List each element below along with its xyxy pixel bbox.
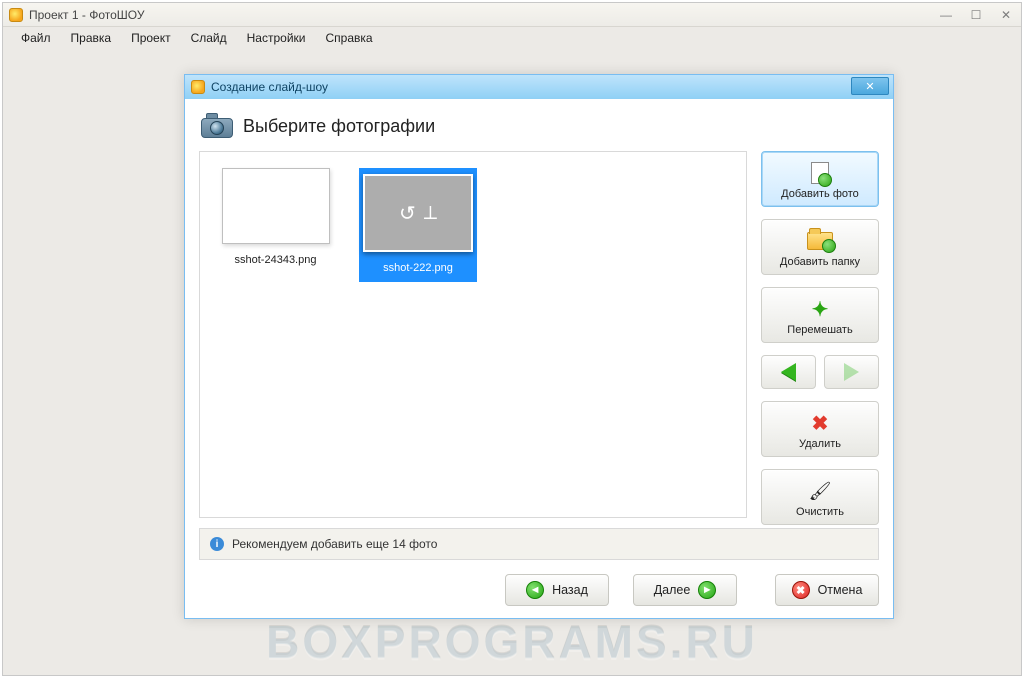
arrow-right-icon: [844, 363, 859, 381]
delete-label: Удалить: [799, 438, 841, 450]
back-icon: ◄: [526, 581, 544, 599]
main-window: Проект 1 - ФотоШОУ — ☐ ✕ Файл Правка Про…: [2, 2, 1022, 676]
info-icon: i: [210, 537, 224, 551]
watermark: BOXPROGRAMS.RU: [3, 615, 1021, 669]
add-photo-button[interactable]: + Добавить фото: [761, 151, 879, 207]
back-label: Назад: [552, 583, 588, 597]
cancel-icon: ✖: [792, 581, 810, 599]
clear-label: Очистить: [796, 506, 844, 518]
create-slideshow-dialog: Создание слайд-шоу ✕ Выберите фотографии…: [184, 74, 894, 619]
cancel-button[interactable]: ✖ Отмена: [775, 574, 879, 606]
crop-icon[interactable]: ⟂: [424, 202, 437, 225]
camera-icon: [201, 113, 233, 139]
add-folder-label: Добавить папку: [780, 256, 860, 268]
menu-edit[interactable]: Правка: [61, 29, 122, 47]
delete-icon: ✖: [812, 411, 829, 436]
clear-button[interactable]: 🖌 Очистить: [761, 469, 879, 525]
info-bar: i Рекомендуем добавить еще 14 фото: [199, 528, 879, 560]
next-label: Далее: [654, 583, 691, 597]
add-folder-icon: [807, 232, 833, 250]
dialog-title: Создание слайд-шоу: [211, 80, 328, 94]
add-photo-label: Добавить фото: [781, 188, 859, 200]
dialog-footer: ◄ Назад Далее ► ✖ Отмена: [199, 574, 879, 606]
next-icon: ►: [698, 581, 716, 599]
move-right-button[interactable]: [824, 355, 879, 389]
menu-file[interactable]: Файл: [11, 29, 61, 47]
minimize-button[interactable]: —: [931, 5, 961, 25]
rotate-icon[interactable]: ↺: [399, 201, 416, 226]
shuffle-button[interactable]: ✦ Перемешать: [761, 287, 879, 343]
menu-slide[interactable]: Слайд: [181, 29, 237, 47]
thumbnail-area[interactable]: sshot-24343.png ↺ ⟂ sshot-222.png: [199, 151, 747, 518]
arrow-left-icon: [781, 363, 796, 381]
dialog-header: Выберите фотографии: [199, 109, 879, 151]
dialog-heading: Выберите фотографии: [243, 116, 435, 137]
next-button[interactable]: Далее ►: [633, 574, 737, 606]
info-text: Рекомендуем добавить еще 14 фото: [232, 537, 437, 551]
main-titlebar: Проект 1 - ФотоШОУ — ☐ ✕: [3, 3, 1021, 27]
clear-icon: 🖌: [809, 481, 832, 502]
cancel-label: Отмена: [818, 583, 863, 597]
menu-project[interactable]: Проект: [121, 29, 181, 47]
window-title: Проект 1 - ФотоШОУ: [29, 8, 144, 22]
maximize-button[interactable]: ☐: [961, 5, 991, 25]
close-button[interactable]: ✕: [991, 5, 1021, 25]
add-photo-icon: +: [811, 162, 829, 184]
move-left-button[interactable]: [761, 355, 816, 389]
back-button[interactable]: ◄ Назад: [505, 574, 609, 606]
thumbnail-item-selected[interactable]: ↺ ⟂ sshot-222.png: [359, 168, 477, 282]
thumbnail-image: ↺ ⟂: [363, 174, 473, 252]
dialog-app-icon: [191, 80, 205, 94]
shuffle-label: Перемешать: [787, 324, 852, 336]
add-folder-button[interactable]: Добавить папку: [761, 219, 879, 275]
menu-help[interactable]: Справка: [315, 29, 382, 47]
delete-button[interactable]: ✖ Удалить: [761, 401, 879, 457]
menu-settings[interactable]: Настройки: [237, 29, 316, 47]
thumbnail-caption: sshot-222.png: [363, 262, 473, 274]
shuffle-icon: ✦: [812, 297, 829, 322]
menu-bar: Файл Правка Проект Слайд Настройки Справ…: [3, 27, 1021, 49]
thumbnail-image: [222, 168, 330, 244]
thumbnail-item[interactable]: sshot-24343.png: [218, 168, 333, 282]
thumbnail-caption: sshot-24343.png: [218, 254, 333, 266]
app-icon: [9, 8, 23, 22]
side-panel: + Добавить фото Добавить папку ✦ Перемеш…: [761, 151, 879, 518]
thumbnail-tools: ↺ ⟂: [365, 176, 471, 250]
dialog-titlebar: Создание слайд-шоу ✕: [185, 75, 893, 99]
dialog-close-button[interactable]: ✕: [851, 77, 889, 95]
